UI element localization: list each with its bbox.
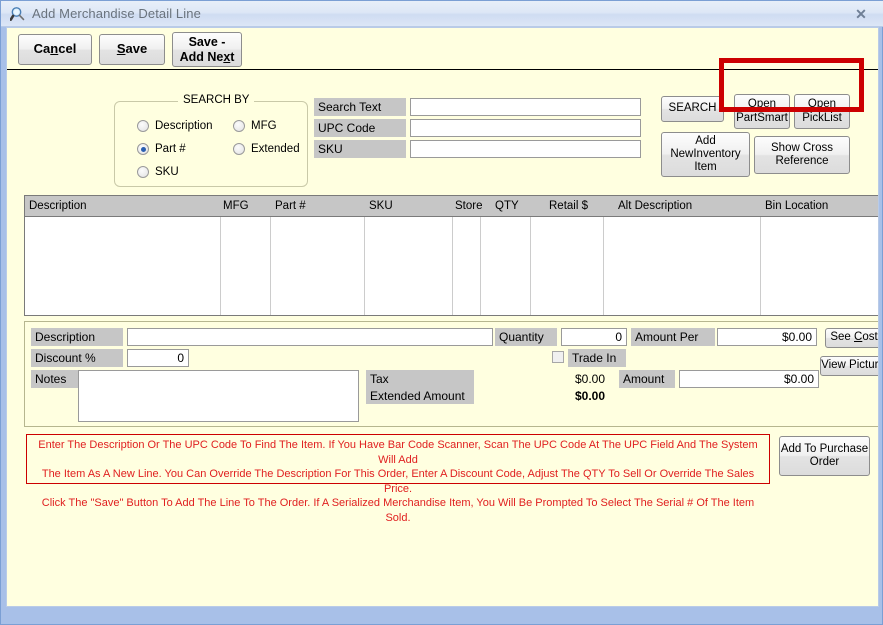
grid-col-mfg: MFG [223, 200, 249, 212]
quantity-input[interactable]: 0 [561, 328, 627, 346]
instruction-line-3: Click The "Save" Button To Add The Line … [41, 497, 755, 524]
results-grid: Description MFG Part # SKU Store QTY Ret… [24, 195, 878, 316]
amount-per-label: Amount Per [631, 328, 715, 346]
grid-col-description: Description [29, 200, 87, 212]
radio-mfg[interactable]: MFG [233, 120, 277, 132]
see-cost-button[interactable]: See Cost [825, 328, 878, 348]
extended-amount-value: $0.00 [574, 388, 605, 403]
radio-label-description: Description [155, 120, 213, 132]
grid-column-divider [270, 217, 271, 315]
radio-sku[interactable]: SKU [137, 166, 179, 178]
radio-label-part-number: Part # [155, 143, 186, 155]
grid-col-store: Store [455, 200, 483, 212]
window-frame: Add Merchandise Detail Line ✕ Cancel Sav… [0, 0, 883, 625]
grid-column-divider [760, 217, 761, 315]
client-area: Cancel Save Save - Add Next SEARCH BY Des… [6, 27, 879, 607]
detail-description-input[interactable] [127, 328, 493, 346]
view-picture-button[interactable]: View Picture [820, 356, 878, 376]
radio-extended[interactable]: Extended [233, 143, 300, 155]
grid-header-row: Description MFG Part # SKU Store QTY Ret… [25, 196, 878, 217]
radio-circle-mfg[interactable] [233, 120, 245, 132]
notes-label: Notes [31, 370, 79, 388]
grid-col-alt-description: Alt Description [618, 200, 693, 212]
grid-col-part-number: Part # [275, 200, 306, 212]
amount-label: Amount [619, 370, 675, 388]
radio-circle-extended[interactable] [233, 143, 245, 155]
grid-col-sku: SKU [369, 200, 393, 212]
save-add-next-button[interactable]: Save - Add Next [172, 32, 242, 67]
sku-label: SKU [314, 140, 406, 158]
show-cross-reference-button[interactable]: Show Cross Reference [754, 136, 850, 174]
title-bar: Add Merchandise Detail Line ✕ [1, 1, 883, 27]
radio-circle-part-number[interactable] [137, 143, 149, 155]
cancel-button[interactable]: Cancel [18, 34, 92, 65]
instruction-line-1: Enter The Description Or The UPC Code To… [38, 439, 758, 466]
upc-code-input[interactable] [410, 119, 641, 137]
tax-value: $0.00 [574, 371, 605, 386]
radio-label-mfg: MFG [251, 120, 277, 132]
amount-per-input[interactable]: $0.00 [717, 328, 817, 346]
discount-input[interactable]: 0 [127, 349, 189, 367]
close-icon[interactable]: ✕ [852, 5, 870, 23]
window-title: Add Merchandise Detail Line [32, 6, 201, 21]
radio-label-sku: SKU [155, 166, 179, 178]
radio-description[interactable]: Description [137, 120, 213, 132]
open-picklist-button[interactable]: Open PickList [794, 94, 850, 129]
open-partsmart-button[interactable]: Open PartSmart [734, 94, 790, 129]
toolbar: Cancel Save Save - Add Next [7, 28, 878, 70]
notes-textarea[interactable] [78, 370, 359, 422]
magnifier-icon [9, 6, 26, 22]
grid-col-qty: QTY [495, 200, 519, 212]
grid-col-bin-location: Bin Location [765, 200, 829, 212]
extended-amount-label: Extended Amount [366, 387, 474, 404]
grid-column-divider [603, 217, 604, 315]
instruction-line-2: The Item As A New Line. You Can Override… [41, 468, 755, 495]
detail-description-label: Description [31, 328, 123, 346]
radio-part-number[interactable]: Part # [137, 143, 186, 155]
trade-in-label: Trade In [568, 349, 626, 367]
quantity-label: Quantity [495, 328, 557, 346]
save-button[interactable]: Save [99, 34, 165, 65]
search-text-label: Search Text [314, 98, 406, 116]
app-root: Add Merchandise Detail Line ✕ Cancel Sav… [0, 0, 883, 625]
radio-circle-sku[interactable] [137, 166, 149, 178]
search-text-input[interactable] [410, 98, 641, 116]
grid-column-divider [480, 217, 481, 315]
tax-label: Tax [366, 370, 474, 387]
search-by-groupbox: SEARCH BY Description MFG Part # Extende… [114, 94, 308, 187]
radio-label-extended: Extended [251, 143, 300, 155]
grid-column-divider [220, 217, 221, 315]
grid-column-divider [452, 217, 453, 315]
search-by-legend: SEARCH BY [178, 94, 255, 106]
add-new-inventory-item-button[interactable]: Add NewInventory Item [661, 132, 750, 177]
add-to-purchase-order-button[interactable]: Add To Purchase Order [779, 436, 870, 476]
radio-circle-description[interactable] [137, 120, 149, 132]
sku-input[interactable] [410, 140, 641, 158]
upc-code-label: UPC Code [314, 119, 406, 137]
instructions-box: Enter The Description Or The UPC Code To… [26, 434, 770, 524]
amount-input[interactable]: $0.00 [679, 370, 819, 388]
grid-body[interactable] [25, 217, 878, 315]
search-button[interactable]: SEARCH [661, 96, 724, 122]
grid-col-retail: Retail $ [549, 200, 588, 212]
discount-label: Discount % [31, 349, 123, 367]
trade-in-checkbox[interactable] [552, 351, 564, 363]
grid-column-divider [530, 217, 531, 315]
detail-panel: Description Quantity 0 Amount Per $0.00 … [24, 321, 878, 427]
grid-column-divider [364, 217, 365, 315]
